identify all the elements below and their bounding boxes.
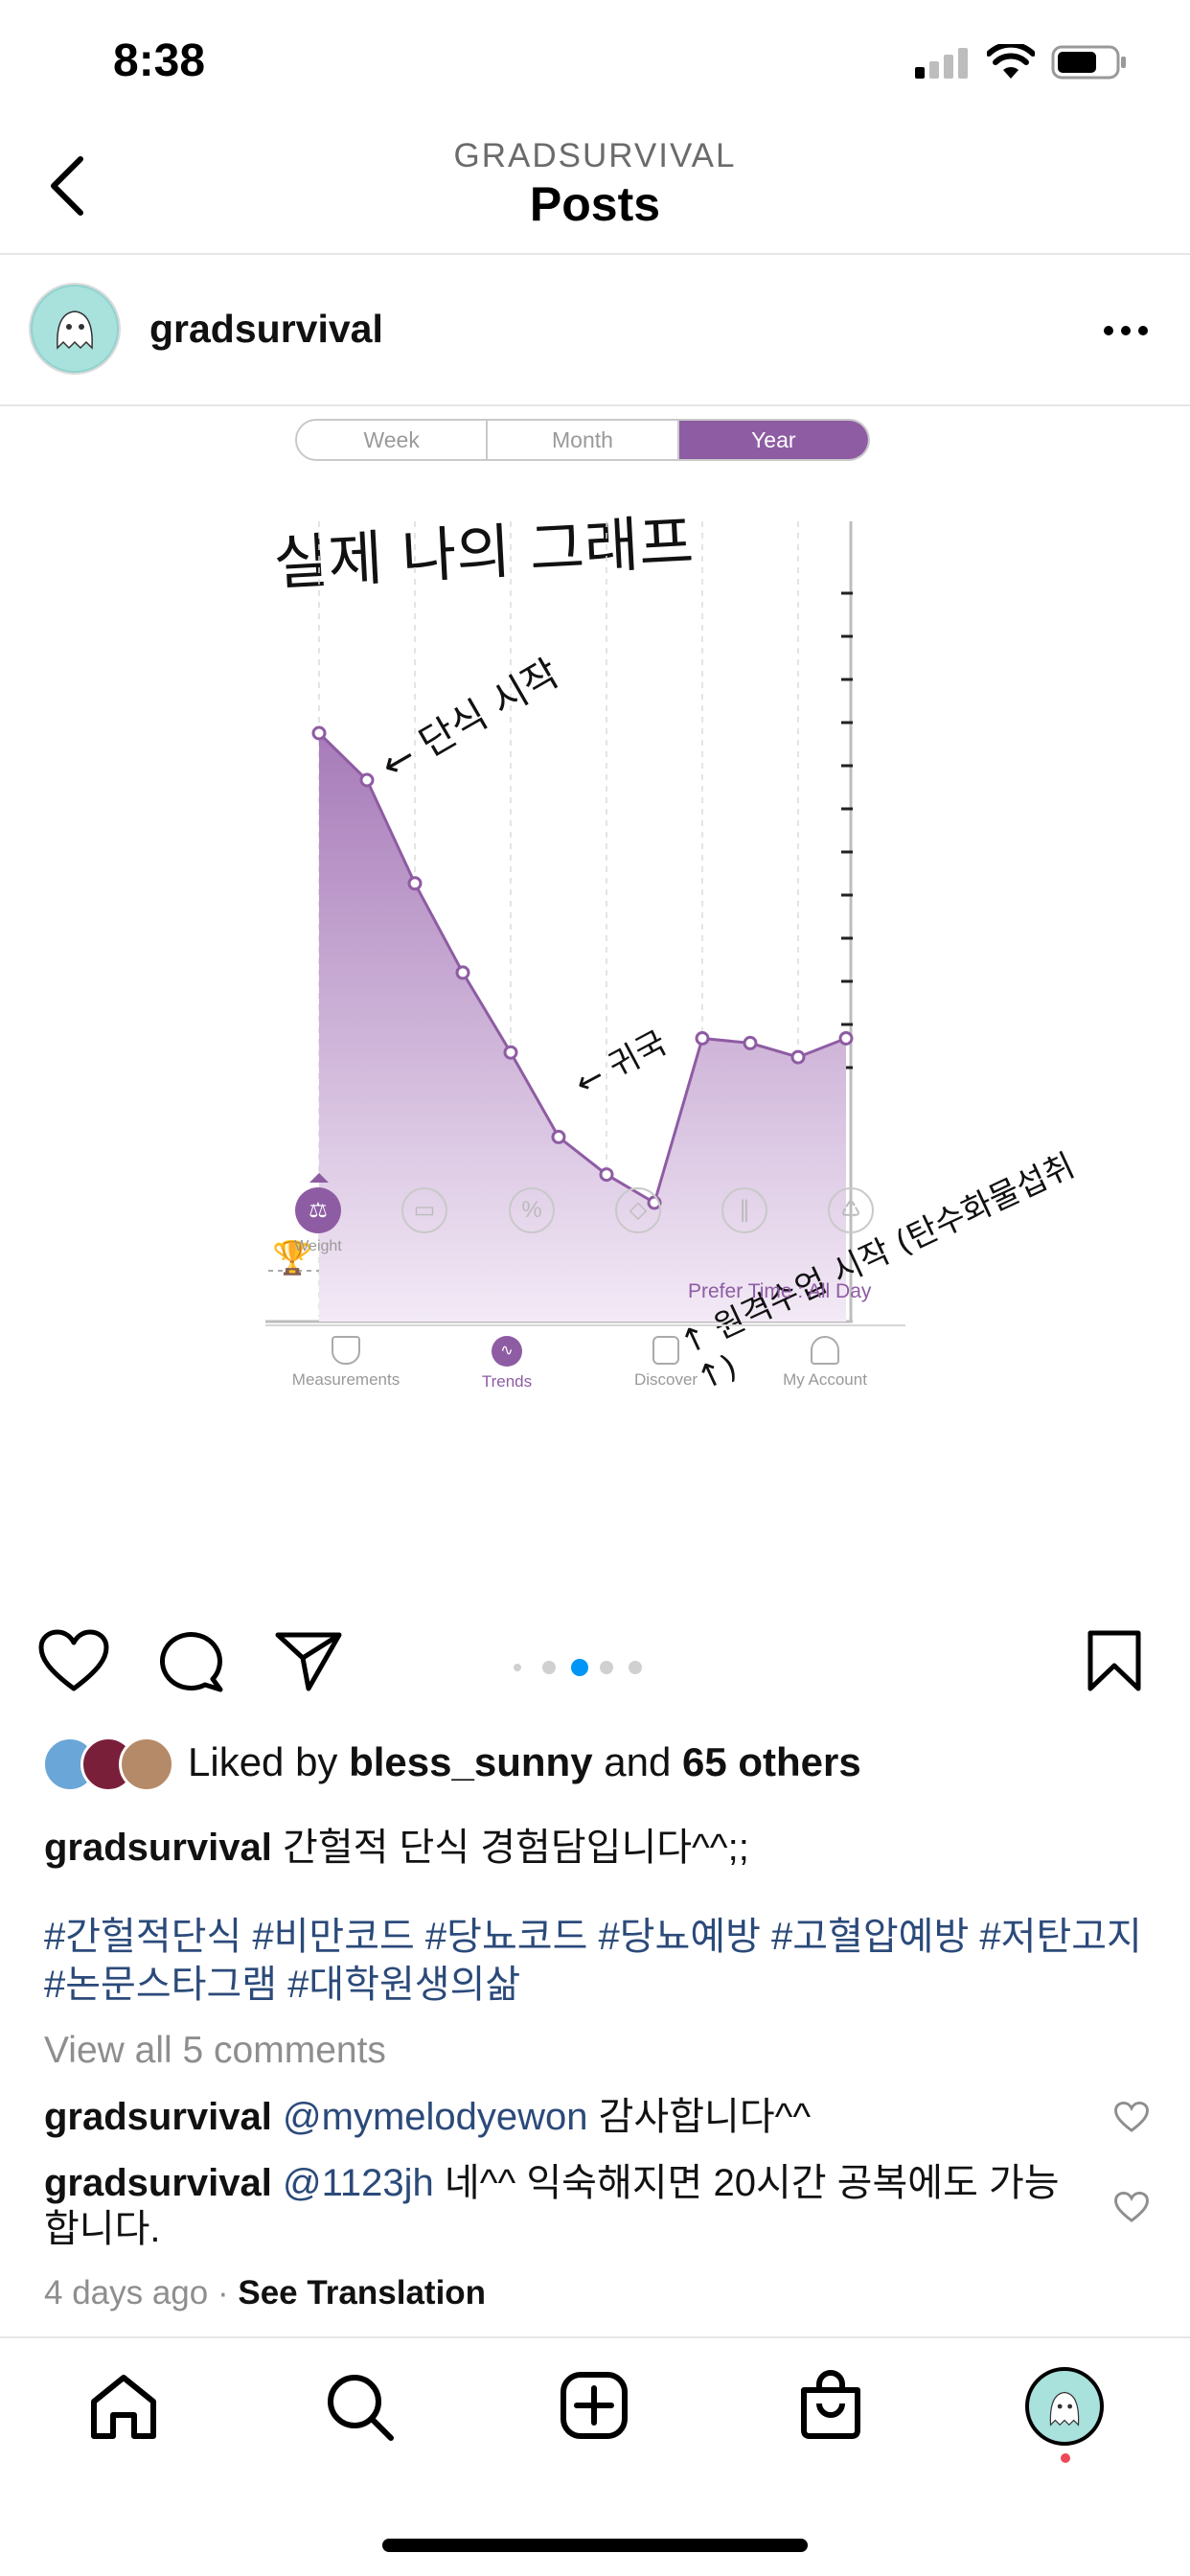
recycle-metric-icon: ♺	[828, 1187, 874, 1233]
header-divider	[0, 253, 1190, 255]
view-all-comments-link[interactable]: View all 5 comments	[44, 2030, 386, 2072]
carousel-dot	[514, 1664, 521, 1671]
comment-item: gradsurvival @1123jh 네^^ 익숙해지면 20시간 공복에도…	[44, 2160, 1079, 2252]
like-heart-icon[interactable]	[38, 1629, 109, 1692]
comment-like-heart-icon[interactable]	[1114, 2102, 1149, 2132]
comment-mention[interactable]: @1123jh	[283, 2162, 434, 2204]
data-point	[743, 1035, 758, 1050]
home-icon[interactable]	[88, 2373, 159, 2440]
prefer-time-label: Prefer Time : All Day	[688, 1280, 872, 1302]
water-metric-icon: ◇	[615, 1187, 661, 1233]
carousel-dot	[629, 1661, 642, 1674]
comment-item: gradsurvival @mymelodyewon 감사합니다^^	[44, 2094, 1098, 2140]
shield-icon	[332, 1336, 360, 1365]
post-caption: gradsurvival 간헐적 단식 경험담입니다^^;;	[44, 1816, 749, 1872]
page-title: Posts	[529, 177, 661, 231]
account-subtitle: GRADSURVIVAL	[453, 137, 737, 174]
data-point	[503, 1045, 518, 1060]
data-point	[695, 1031, 710, 1046]
caption-username[interactable]: gradsurvival	[44, 1827, 272, 1869]
caption-text: 간헐적 단식 경험담입니다^^;;	[283, 1827, 749, 1869]
post-username[interactable]: gradsurvival	[149, 307, 383, 352]
area-fill	[319, 733, 846, 1322]
hashtags[interactable]: #간헐적단식 #비만코드 #당뇨코드 #당뇨예방 #고혈압예방 #저탄고지 #논…	[44, 1913, 1146, 2009]
post-image[interactable]: Week Month Year 실제 나의 그래프 🏆 ← 단식 시작 ← 귀국	[0, 406, 1190, 1604]
tabbar-divider	[0, 2336, 1190, 2338]
percent-metric-icon: %	[509, 1187, 555, 1233]
post-meta: 4 days ago · See Translation	[44, 2274, 487, 2312]
data-point	[599, 1167, 614, 1183]
comment-like-heart-icon[interactable]	[1114, 2192, 1149, 2222]
person-icon	[811, 1336, 839, 1365]
data-point	[311, 725, 327, 741]
app-nav-trends: ∿ Trends	[445, 1336, 569, 1392]
data-point	[551, 1129, 566, 1144]
post-time-ago: 4 days ago	[44, 2274, 209, 2312]
see-translation-link[interactable]: See Translation	[238, 2274, 486, 2312]
battery-icon	[1051, 45, 1126, 80]
carousel-dot	[571, 1659, 588, 1676]
shop-bag-icon[interactable]	[798, 2369, 863, 2440]
bone-metric-icon: ∥	[721, 1187, 767, 1233]
data-point	[790, 1049, 806, 1065]
status-time: 8:38	[113, 35, 206, 86]
data-point	[359, 772, 375, 788]
data-point	[455, 965, 470, 980]
data-point	[838, 1031, 854, 1046]
likes-summary[interactable]: Liked by bless_sunny and 65 others	[188, 1739, 861, 1785]
app-nav-measurements: Measurements	[284, 1336, 408, 1390]
weight-metric-icon: ⚖	[295, 1187, 341, 1233]
app-nav-account: My Account	[763, 1336, 887, 1390]
comment-bubble-icon[interactable]	[157, 1629, 224, 1692]
comment-mention[interactable]: @mymelodyewon	[283, 2096, 588, 2138]
notification-dot	[1061, 2453, 1070, 2463]
more-options-icon[interactable]	[1104, 326, 1150, 337]
liker-avatar	[119, 1736, 174, 1792]
cellular-signal-icon	[915, 46, 969, 79]
data-point	[407, 876, 423, 891]
comment-text: 감사합니다^^	[587, 2096, 812, 2138]
new-post-icon[interactable]	[560, 2371, 629, 2440]
carousel-dot	[600, 1661, 613, 1674]
comment-username[interactable]: gradsurvival	[44, 2096, 272, 2138]
liker-avatars[interactable]	[42, 1736, 176, 1792]
body-metric-icon: ▭	[401, 1187, 447, 1233]
discover-icon	[652, 1336, 679, 1365]
post-avatar[interactable]	[29, 283, 121, 375]
share-send-icon[interactable]	[274, 1631, 343, 1692]
comment-username[interactable]: gradsurvival	[44, 2162, 272, 2204]
likes-others[interactable]: 65 others	[682, 1739, 861, 1784]
liker-username[interactable]: bless_sunny	[349, 1739, 592, 1784]
carousel-dot	[542, 1661, 556, 1674]
search-icon[interactable]	[324, 2371, 395, 2442]
weight-metric-label: Weight	[294, 1238, 342, 1254]
home-indicator	[382, 2539, 808, 2552]
ghost-logo-icon	[33, 287, 117, 371]
ghost-logo-icon	[1049, 2391, 1080, 2426]
profile-tab-avatar[interactable]	[1025, 2367, 1104, 2446]
app-nav-discover: Discover	[604, 1336, 728, 1390]
pulse-icon: ∿	[492, 1336, 522, 1367]
app-nav-divider	[265, 1324, 905, 1326]
wifi-icon	[987, 44, 1035, 79]
selected-indicator-icon	[309, 1173, 329, 1183]
save-bookmark-icon[interactable]	[1086, 1629, 1143, 1692]
